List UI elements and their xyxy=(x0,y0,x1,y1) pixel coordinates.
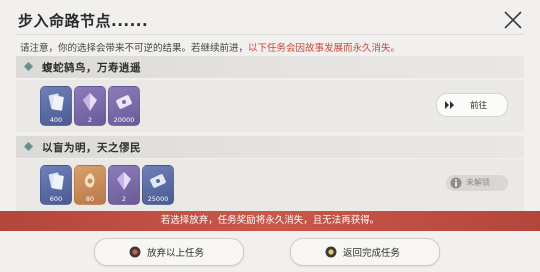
purple-crystal-reward-icon xyxy=(83,93,97,111)
abandon-icon xyxy=(129,246,141,258)
warning-bar: 若选择放弃，任务奖励将永久消失，且无法再获得。 xyxy=(0,211,540,231)
task-name-1: 蝮蛇鸫鸟，万寿逍遥 xyxy=(42,62,141,74)
diamond-icon xyxy=(24,62,33,71)
info-icon xyxy=(450,177,462,189)
goto-label: 前往 xyxy=(470,101,488,111)
reward-quantity: 20000 xyxy=(113,116,135,124)
notice-main: 请注意，你的选择会带来不可逆的结果。若继续前进， xyxy=(20,43,249,54)
reward-quantity: 600 xyxy=(49,195,63,203)
reward-item[interactable]: 600 xyxy=(40,165,72,205)
task-body-1: 400 2 20000 前往 xyxy=(16,80,524,132)
node-dialog: 步入命路节点...... 请注意，你的选择会带来不可逆的结果。若继续前进，以下任… xyxy=(0,0,540,272)
task-header-2: 以盲为明，天之僇民 xyxy=(16,136,524,158)
reward-item[interactable]: 80 xyxy=(74,165,106,205)
reward-item[interactable]: 2 xyxy=(108,165,140,205)
diamond-icon xyxy=(24,142,33,151)
notice-warning: 以下任务会因故事发展而永久消失。 xyxy=(248,43,401,54)
abandon-tasks-button[interactable]: 放弃以上任务 xyxy=(94,238,244,266)
goto-button[interactable]: 前往 xyxy=(436,93,508,117)
return-to-tasks-button[interactable]: 返回完成任务 xyxy=(290,238,440,266)
reward-quantity: 400 xyxy=(49,116,63,124)
purple-crystal-reward-icon xyxy=(117,172,131,190)
task-name-2: 以盲为明，天之僇民 xyxy=(42,142,141,154)
task-header-1: 蝮蛇鸫鸟，万寿逍遥 xyxy=(16,56,524,78)
reward-item[interactable]: 20000 xyxy=(108,86,140,126)
purple-pass-reward-icon xyxy=(150,174,166,188)
reward-quantity: 2 xyxy=(121,195,127,203)
reward-item[interactable]: 2 xyxy=(74,86,106,126)
locked-badge: 未解锁 xyxy=(446,175,508,191)
reward-quantity: 80 xyxy=(85,195,95,203)
abandon-label: 放弃以上任务 xyxy=(147,248,205,259)
purple-pass-reward-icon xyxy=(116,95,132,109)
dialog-title: 步入命路节点...... xyxy=(18,12,149,30)
orange-item-reward-icon xyxy=(84,173,95,188)
close-button[interactable] xyxy=(502,9,524,31)
double-arrow-icon xyxy=(445,101,454,109)
close-icon xyxy=(504,11,522,29)
confirm-icon xyxy=(325,246,337,258)
reward-item[interactable]: 400 xyxy=(40,86,72,126)
reward-item[interactable]: 25000 xyxy=(142,165,174,205)
reward-quantity: 25000 xyxy=(147,195,169,203)
task-body-2: 600 80 2 25000 未解锁 xyxy=(16,159,524,211)
blue-card-reward-icon xyxy=(48,93,64,111)
notice-text: 请注意，你的选择会带来不可逆的结果。若继续前进，以下任务会因故事发展而永久消失。 xyxy=(20,40,400,54)
title-divider xyxy=(16,34,524,35)
locked-label: 未解锁 xyxy=(466,178,490,187)
blue-card-reward-icon xyxy=(48,172,64,190)
return-label: 返回完成任务 xyxy=(343,248,401,259)
reward-quantity: 2 xyxy=(87,116,93,124)
